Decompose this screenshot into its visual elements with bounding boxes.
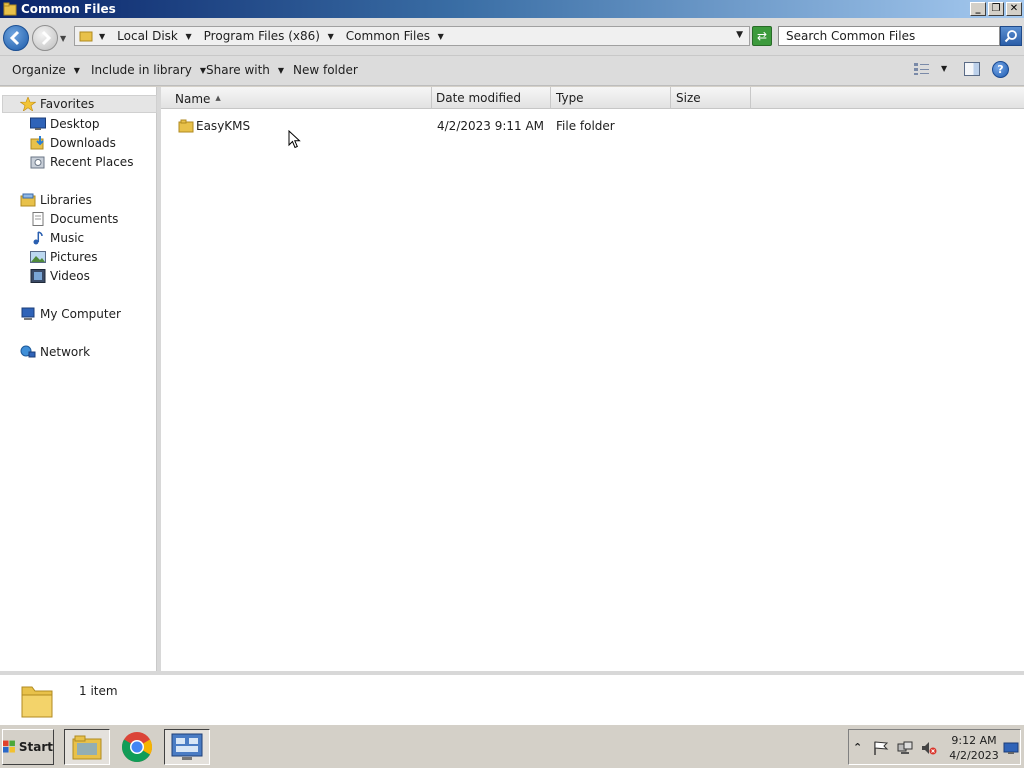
- mouse-cursor-icon: [288, 130, 301, 149]
- search-input[interactable]: [779, 27, 999, 45]
- search-icon: [1004, 30, 1017, 43]
- organize-menu[interactable]: Organize ▼: [12, 63, 80, 79]
- folder-icon: [79, 31, 93, 42]
- navigation-pane: Favorites Desktop Downloads Recent Place…: [0, 87, 157, 671]
- nav-pictures[interactable]: Pictures: [30, 248, 98, 266]
- address-bar[interactable]: ▼ Local Disk ▼ Program Files (x86) ▼ Com…: [74, 26, 750, 46]
- documents-icon: [32, 212, 44, 226]
- share-with-menu[interactable]: Share with ▼: [206, 63, 284, 79]
- nav-desktop[interactable]: Desktop: [30, 115, 100, 133]
- computer-icon: [21, 307, 35, 320]
- file-name: EasyKMS: [196, 119, 251, 133]
- folder-icon: [3, 2, 17, 16]
- address-row: ▼ ▼ Local Disk ▼ Program Files (x86) ▼ C…: [0, 18, 1024, 56]
- change-view-icon[interactable]: [913, 62, 931, 76]
- forward-arrow-icon: [41, 30, 52, 46]
- show-hidden-icons-button[interactable]: ⌃: [853, 741, 869, 755]
- flag-icon[interactable]: [873, 741, 889, 755]
- chrome-icon: [121, 732, 153, 763]
- nav-libraries[interactable]: Libraries: [20, 191, 92, 209]
- network-tray-icon[interactable]: [897, 741, 913, 755]
- nav-downloads[interactable]: Downloads: [30, 134, 116, 152]
- music-icon: [33, 231, 43, 245]
- help-icon[interactable]: ?: [992, 61, 1009, 78]
- close-button[interactable]: ✕: [1006, 2, 1022, 16]
- windows-logo-icon: [3, 740, 15, 753]
- file-date-modified: 4/2/2023 9:11 AM: [437, 119, 545, 133]
- refresh-icon: ⇄: [756, 29, 768, 43]
- forward-button[interactable]: [32, 25, 58, 51]
- breadcrumb-local-disk[interactable]: Local Disk ▼: [117, 29, 198, 43]
- file-type: File folder: [556, 119, 615, 133]
- nav-videos[interactable]: Videos: [30, 267, 90, 285]
- search-box[interactable]: [778, 26, 1000, 46]
- window-title: Common Files: [21, 2, 116, 16]
- volume-muted-icon[interactable]: [921, 741, 937, 755]
- start-button[interactable]: Start: [2, 729, 54, 765]
- command-bar: Organize ▼ Include in library ▼ Share with…: [0, 56, 1024, 86]
- breadcrumb-program-files-x86[interactable]: Program Files (x86) ▼: [204, 29, 340, 43]
- desktop-icon: [30, 117, 46, 130]
- clock-time: 9:12 AM: [951, 734, 997, 747]
- include-in-library-menu[interactable]: Include in library ▼: [91, 63, 206, 79]
- server-manager-icon: [171, 733, 203, 760]
- nav-network[interactable]: Network: [20, 343, 90, 361]
- taskbar-chrome[interactable]: [114, 729, 160, 765]
- folder-icon: [72, 735, 102, 760]
- title-bar[interactable]: Common Files _ ❐ ✕: [0, 0, 1024, 18]
- nav-music[interactable]: Music: [30, 229, 84, 247]
- libraries-icon: [20, 193, 36, 207]
- file-list: Name ▲ Date modified Type Size EasyKMS 4/…: [161, 87, 1024, 671]
- view-options-dropdown[interactable]: ▼: [941, 64, 947, 73]
- new-folder-button[interactable]: New folder: [293, 63, 358, 79]
- downloads-icon: [30, 136, 44, 150]
- column-header-type[interactable]: Type: [551, 87, 671, 109]
- pictures-icon: [30, 251, 46, 263]
- nav-favorites[interactable]: Favorites: [2, 95, 157, 113]
- chevron-down-icon: ▼: [277, 66, 285, 75]
- network-icon: [20, 345, 36, 358]
- recent-places-icon: [30, 156, 45, 169]
- folder-icon: [21, 686, 53, 718]
- minimize-button[interactable]: _: [970, 2, 986, 16]
- breadcrumb-separator[interactable]: ▼: [99, 32, 111, 41]
- taskbar-explorer[interactable]: [64, 729, 110, 765]
- star-icon: [20, 97, 36, 111]
- folder-icon: [178, 119, 194, 133]
- clock[interactable]: 9:12 AM 4/2/2023: [944, 733, 1004, 763]
- column-header-name[interactable]: Name ▲: [170, 87, 432, 109]
- chevron-down-icon: ▼: [73, 66, 80, 75]
- back-arrow-icon: [9, 30, 20, 46]
- recent-pages-dropdown[interactable]: ▼: [60, 34, 66, 43]
- taskbar-server-manager[interactable]: [164, 729, 210, 765]
- taskbar: Start ⌃ 9:12 AM 4/2/2023: [0, 724, 1024, 768]
- sort-ascending-icon: ▲: [215, 94, 221, 102]
- videos-icon: [30, 269, 46, 283]
- nav-documents[interactable]: Documents: [30, 210, 118, 228]
- column-header-date-modified[interactable]: Date modified: [431, 87, 551, 109]
- clock-date: 4/2/2023: [949, 749, 999, 762]
- item-count: 1 item: [79, 684, 118, 698]
- preview-pane-icon[interactable]: [964, 62, 980, 76]
- show-desktop-icon[interactable]: [1003, 741, 1019, 755]
- restore-button[interactable]: ❐: [988, 2, 1004, 16]
- details-pane: 1 item: [0, 671, 1024, 724]
- column-header-size[interactable]: Size: [671, 87, 751, 109]
- back-button[interactable]: [3, 25, 29, 51]
- nav-recent-places[interactable]: Recent Places: [30, 153, 133, 171]
- address-history-dropdown[interactable]: ▼: [736, 30, 743, 40]
- nav-my-computer[interactable]: My Computer: [20, 305, 121, 323]
- breadcrumb-common-files[interactable]: Common Files ▼: [346, 29, 450, 43]
- column-headers: Name ▲ Date modified Type Size: [161, 87, 1024, 109]
- search-button[interactable]: [1000, 26, 1022, 46]
- refresh-button[interactable]: ⇄: [752, 26, 772, 46]
- system-tray: ⌃ 9:12 AM 4/2/2023: [848, 729, 1021, 765]
